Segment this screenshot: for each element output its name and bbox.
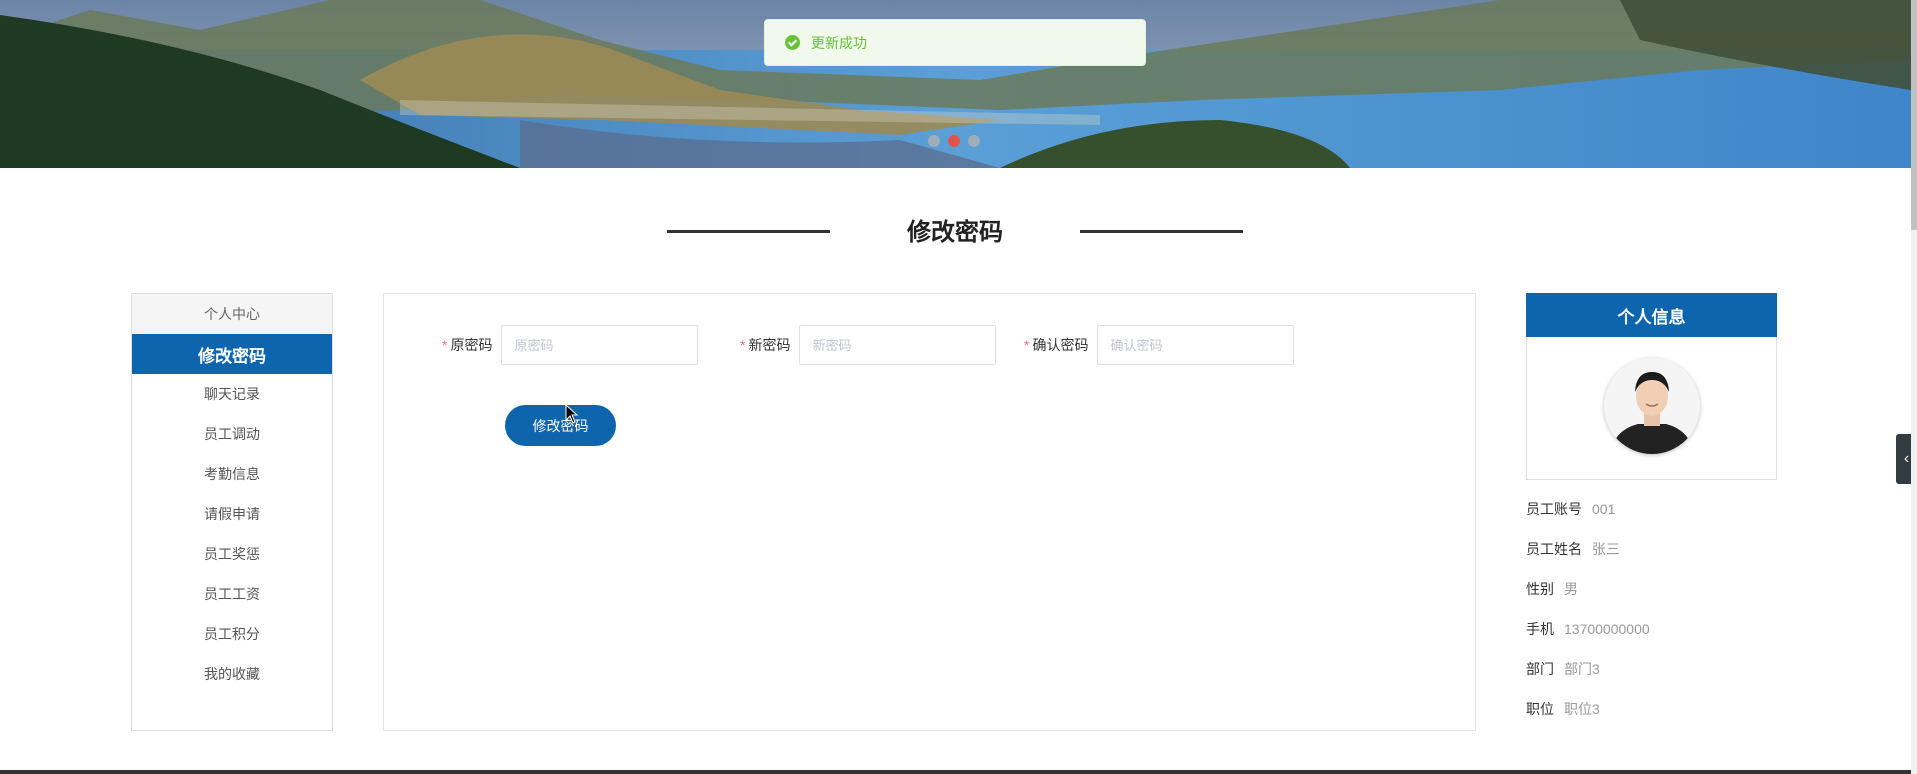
- carousel-dots: [928, 135, 980, 147]
- profile-header: 个人信息: [1526, 293, 1777, 337]
- new-password-input[interactable]: [799, 325, 997, 365]
- old-password-input[interactable]: [501, 325, 699, 365]
- profile-row-department: 部门 部门3: [1526, 661, 1600, 677]
- profile-row-account: 员工账号 001: [1526, 501, 1616, 517]
- sidebar-item-staff-transfer[interactable]: 员工调动: [132, 414, 332, 454]
- old-password-group: * 原密码: [442, 325, 699, 365]
- sidebar-item-attendance[interactable]: 考勤信息: [132, 454, 332, 494]
- scrollbar-thumb[interactable]: [1911, 0, 1917, 230]
- sidebar-item-chat-history[interactable]: 聊天记录: [132, 374, 332, 414]
- profile-row-name: 员工姓名 张三: [1526, 541, 1620, 557]
- confirm-password-group: * 确认密码: [1024, 325, 1295, 365]
- profile-row-gender: 性别男: [1526, 581, 1578, 597]
- success-toast: 更新成功: [764, 19, 1146, 66]
- sidebar-item-salary[interactable]: 员工工资: [132, 574, 332, 614]
- sidebar-header: 个人中心: [132, 294, 332, 334]
- sidebar-item-favorites[interactable]: 我的收藏: [132, 654, 332, 694]
- page-scrollbar[interactable]: [1911, 0, 1917, 774]
- profile-row-phone: 手机 13700000000: [1526, 621, 1650, 637]
- avatar: [1604, 358, 1700, 454]
- sidebar-item-points[interactable]: 员工积分: [132, 614, 332, 654]
- profile-row-position: 职位 职位3: [1526, 701, 1600, 717]
- change-password-button[interactable]: 修改密码: [505, 405, 616, 446]
- section-title: 修改密码: [667, 210, 1243, 250]
- profile-photo-box: [1526, 337, 1777, 480]
- old-password-label: * 原密码: [442, 337, 493, 353]
- carousel-dot[interactable]: [968, 135, 980, 147]
- sidebar-item-change-password[interactable]: 修改密码: [132, 334, 332, 374]
- sidebar-item-leave-request[interactable]: 请假申请: [132, 494, 332, 534]
- confirm-password-input[interactable]: [1097, 325, 1295, 365]
- carousel-dot-active[interactable]: [948, 135, 960, 147]
- mouse-cursor-icon: [565, 404, 579, 424]
- confirm-password-label: * 确认密码: [1024, 337, 1089, 353]
- person-photo: [1604, 358, 1700, 454]
- carousel-dot[interactable]: [928, 135, 940, 147]
- toast-message: 更新成功: [811, 34, 867, 51]
- title-divider-right: [1080, 230, 1243, 233]
- sidebar-menu: 个人中心 修改密码 聊天记录 员工调动 考勤信息 请假申请 员工奖惩 员工工资 …: [131, 293, 333, 731]
- password-form-panel: * 原密码 * 新密码 * 确认密码 修改密码: [383, 293, 1476, 731]
- sidebar-item-rewards-penalties[interactable]: 员工奖惩: [132, 534, 332, 574]
- check-circle-icon: [785, 35, 800, 50]
- new-password-label: * 新密码: [740, 337, 791, 353]
- footer-edge: [0, 770, 1911, 774]
- new-password-group: * 新密码: [740, 325, 997, 365]
